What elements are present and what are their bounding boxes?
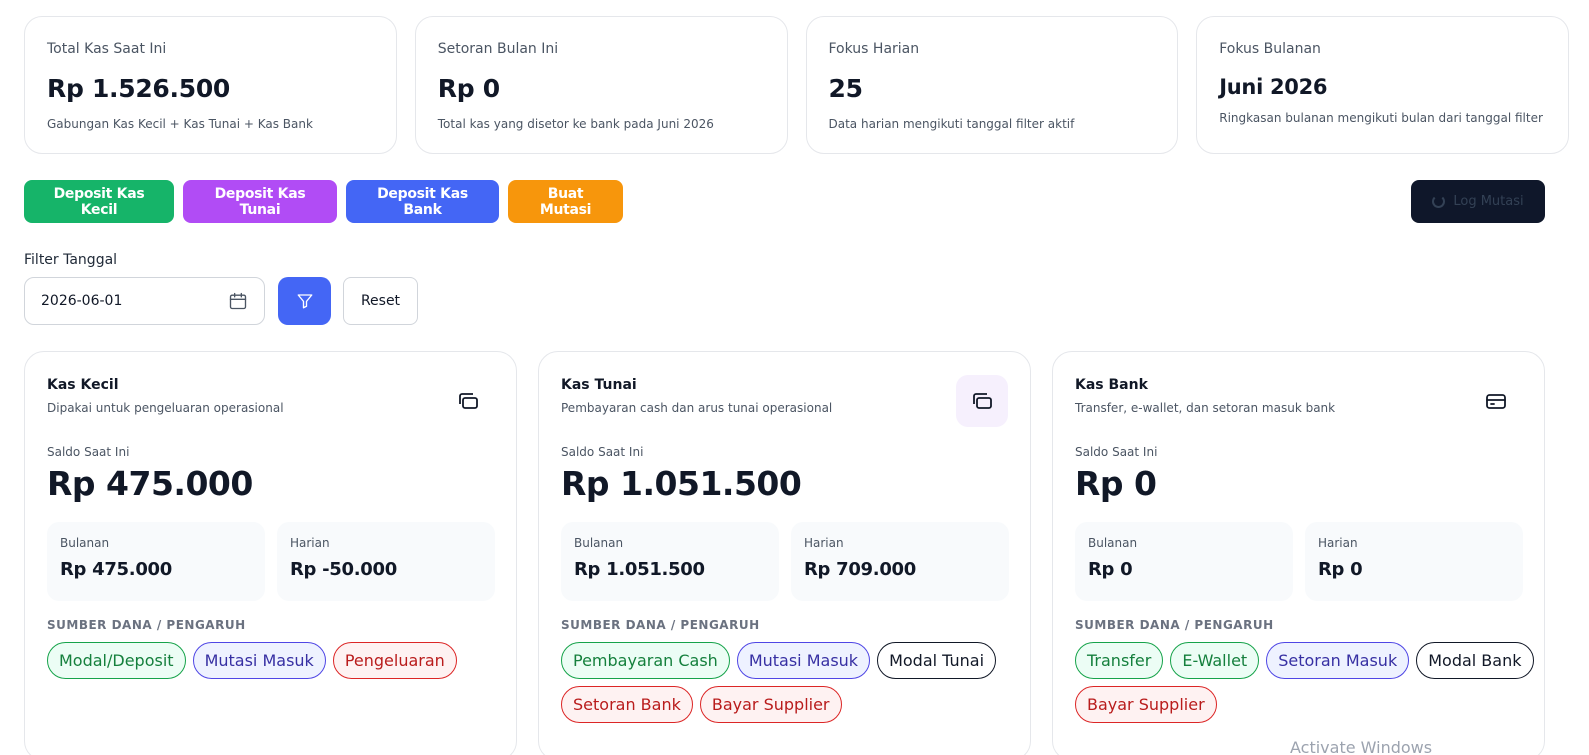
monthly-label: Bulanan bbox=[574, 536, 624, 550]
saldo-value: Rp 1.051.500 bbox=[561, 464, 802, 503]
account-title: Kas Kecil bbox=[47, 377, 119, 393]
date-filter-input[interactable]: 2026-06-01 bbox=[24, 277, 265, 325]
daily-label: Harian bbox=[290, 536, 330, 550]
deposit-kas-bank-button[interactable]: Deposit Kas Bank bbox=[346, 180, 499, 223]
wallet-stack-icon bbox=[956, 375, 1008, 427]
monthly-stat: Bulanan Rp 475.000 bbox=[47, 522, 265, 601]
summary-value: Rp 0 bbox=[437, 74, 500, 103]
summary-label: Setoran Bulan Ini bbox=[437, 41, 559, 57]
chip: Bayar Supplier bbox=[699, 686, 842, 723]
chip: Pembayaran Cash bbox=[561, 642, 730, 679]
monthly-stat: Bulanan Rp 0 bbox=[1075, 522, 1293, 601]
account-card-kas-bank: Kas Bank Transfer, e-wallet, dan setoran… bbox=[1052, 351, 1545, 755]
saldo-label: Saldo Saat Ini bbox=[47, 445, 130, 459]
summary-card-fokus-harian: Fokus Harian 25 Data harian mengikuti ta… bbox=[805, 16, 1179, 154]
filter-label: Filter Tanggal bbox=[24, 252, 118, 268]
daily-value: Rp -50.000 bbox=[290, 559, 397, 580]
filter-icon bbox=[297, 294, 312, 309]
saldo-label: Saldo Saat Ini bbox=[1075, 445, 1158, 459]
wallet-stack-icon bbox=[442, 375, 494, 427]
chip: Setoran Bank bbox=[561, 686, 693, 723]
apply-filter-button[interactable] bbox=[278, 277, 331, 325]
monthly-value: Rp 475.000 bbox=[60, 559, 172, 580]
account-subtitle: Pembayaran cash dan arus tunai operasion… bbox=[561, 401, 833, 415]
source-chips: Modal/Deposit Mutasi Masuk Pengeluaran bbox=[47, 642, 507, 679]
account-subtitle: Dipakai untuk pengeluaran operasional bbox=[47, 401, 284, 415]
monthly-value: Rp 0 bbox=[1088, 559, 1133, 580]
buat-mutasi-button[interactable]: Buat Mutasi bbox=[508, 180, 623, 223]
chip: E-Wallet bbox=[1170, 642, 1260, 679]
daily-value: Rp 709.000 bbox=[804, 559, 916, 580]
deposit-kas-kecil-button[interactable]: Deposit Kas Kecil bbox=[24, 180, 174, 223]
account-title: Kas Tunai bbox=[561, 377, 637, 393]
source-label: SUMBER DANA / PENGARUH bbox=[47, 618, 246, 632]
daily-stat: Harian Rp 709.000 bbox=[791, 522, 1009, 601]
monthly-label: Bulanan bbox=[1088, 536, 1138, 550]
summary-card-fokus-bulanan: Fokus Bulanan Juni 2026 Ringkasan bulana… bbox=[1196, 16, 1569, 154]
summary-label: Fokus Bulanan bbox=[1219, 41, 1321, 57]
monthly-stat: Bulanan Rp 1.051.500 bbox=[561, 522, 779, 601]
chip: Bayar Supplier bbox=[1075, 686, 1217, 723]
summary-desc: Total kas yang disetor ke bank pada Juni… bbox=[437, 117, 714, 131]
saldo-value: Rp 475.000 bbox=[47, 464, 253, 503]
calendar-icon[interactable] bbox=[228, 291, 248, 311]
summary-value: 25 bbox=[828, 74, 864, 103]
chip: Setoran Masuk bbox=[1266, 642, 1410, 679]
source-label: SUMBER DANA / PENGARUH bbox=[1075, 618, 1274, 632]
source-chips: Transfer E-Wallet Setoran Masuk Modal Ba… bbox=[1075, 642, 1535, 723]
log-mutasi-label: Log Mutasi bbox=[1453, 194, 1524, 209]
account-card-kas-tunai: Kas Tunai Pembayaran cash dan arus tunai… bbox=[538, 351, 1031, 755]
chip: Modal Bank bbox=[1416, 642, 1534, 679]
summary-desc: Gabungan Kas Kecil + Kas Tunai + Kas Ban… bbox=[47, 117, 313, 131]
saldo-value: Rp 0 bbox=[1075, 464, 1157, 503]
daily-stat: Harian Rp 0 bbox=[1305, 522, 1523, 601]
action-bar: Deposit Kas Kecil Deposit Kas Tunai Depo… bbox=[24, 180, 623, 223]
chip: Mutasi Masuk bbox=[736, 642, 871, 679]
chip: Transfer bbox=[1075, 642, 1164, 679]
os-watermark: Activate Windows bbox=[1290, 738, 1433, 755]
log-mutasi-button[interactable]: Log Mutasi bbox=[1411, 180, 1545, 223]
account-card-kas-kecil: Kas Kecil Dipakai untuk pengeluaran oper… bbox=[24, 351, 517, 755]
credit-card-icon bbox=[1470, 375, 1522, 427]
chip: Modal/Deposit bbox=[47, 642, 186, 679]
chip: Modal Tunai bbox=[877, 642, 997, 679]
saldo-label: Saldo Saat Ini bbox=[561, 445, 644, 459]
summary-value: Rp 1.526.500 bbox=[47, 74, 231, 103]
chip: Mutasi Masuk bbox=[192, 642, 326, 679]
summary-card-setoran: Setoran Bulan Ini Rp 0 Total kas yang di… bbox=[414, 16, 788, 154]
daily-label: Harian bbox=[1318, 536, 1358, 550]
daily-label: Harian bbox=[804, 536, 844, 550]
summary-value: Juni 2026 bbox=[1219, 75, 1328, 99]
source-chips: Pembayaran Cash Mutasi Masuk Modal Tunai… bbox=[561, 642, 1021, 723]
summary-label: Total Kas Saat Ini bbox=[47, 41, 167, 57]
account-subtitle: Transfer, e-wallet, dan setoran masuk ba… bbox=[1075, 401, 1336, 415]
summary-desc: Ringkasan bulanan mengikuti bulan dari t… bbox=[1219, 111, 1543, 125]
refresh-icon bbox=[1432, 195, 1446, 208]
daily-value: Rp 0 bbox=[1318, 559, 1363, 580]
account-title: Kas Bank bbox=[1075, 377, 1148, 393]
deposit-kas-tunai-button[interactable]: Deposit Kas Tunai bbox=[183, 180, 337, 223]
summary-card-total-kas: Total Kas Saat Ini Rp 1.526.500 Gabungan… bbox=[24, 16, 397, 154]
dashboard-page: Total Kas Saat Ini Rp 1.526.500 Gabungan… bbox=[0, 0, 1589, 755]
date-value: 2026-06-01 bbox=[41, 293, 123, 309]
chip: Pengeluaran bbox=[332, 642, 457, 679]
summary-desc: Data harian mengikuti tanggal filter akt… bbox=[828, 117, 1075, 131]
reset-button[interactable]: Reset bbox=[343, 277, 418, 325]
monthly-label: Bulanan bbox=[60, 536, 110, 550]
summary-cards: Total Kas Saat Ini Rp 1.526.500 Gabungan… bbox=[24, 16, 1569, 154]
monthly-value: Rp 1.051.500 bbox=[574, 559, 705, 580]
daily-stat: Harian Rp -50.000 bbox=[277, 522, 495, 601]
summary-label: Fokus Harian bbox=[828, 41, 920, 57]
source-label: SUMBER DANA / PENGARUH bbox=[561, 618, 760, 632]
